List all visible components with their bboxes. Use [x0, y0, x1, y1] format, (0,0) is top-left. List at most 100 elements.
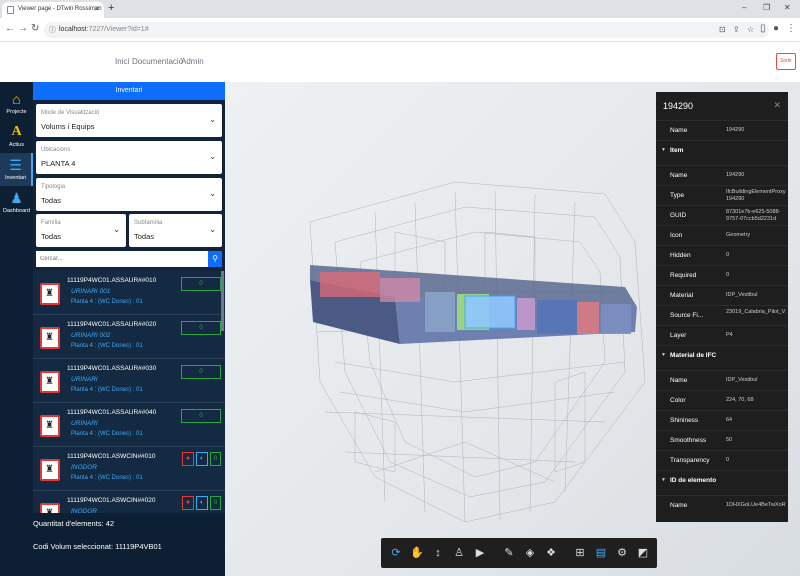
chevron-down-icon: ⌄ [209, 115, 216, 124]
list-item[interactable]: ♜ 11119P4WC01.ASSAUR##040 URINARI Planta 4 … [33, 403, 225, 447]
tab-close-icon[interactable]: ✕ [94, 5, 100, 13]
address-bar[interactable]: ⓘ localhost:7227/Viewer?id=1# ⊡ ⇪ ☆ [44, 22, 769, 38]
pan-tool[interactable]: ✋ [406, 538, 428, 568]
rail-item-inventari[interactable]: ☰ Inventari [0, 153, 33, 186]
close-icon[interactable]: ✕ [773, 100, 781, 111]
property-row: Source Fi... 23019_Calabria_Pilot_V3.ifc [656, 305, 788, 325]
count-badge[interactable]: 0 [181, 409, 221, 423]
location-select[interactable]: Ubicacions PLANTA 4 ⌄ [36, 141, 222, 174]
tab-title: Viewer page - DTwin Rossiman [18, 6, 102, 12]
kebab-menu-icon[interactable]: ⋮ [786, 24, 796, 34]
menu-inici[interactable]: Inici [115, 57, 129, 66]
property-row: Color 224, 70, 68 [656, 390, 788, 410]
orbit-tool[interactable]: ⟳ [385, 538, 407, 568]
profile-icon[interactable]: ● [773, 24, 779, 34]
count-badge[interactable]: 0 [181, 277, 221, 291]
count-badge[interactable]: 0 [181, 321, 221, 335]
list-item[interactable]: ♜ 11119P4WC01.ASWCIN##010 INODOR Planta 4 :… [33, 447, 225, 491]
alert-button[interactable]: ● [182, 452, 194, 466]
family-select[interactable]: Família Todas ⌄ [36, 214, 126, 247]
translate-icon[interactable]: ⊡ [719, 25, 726, 34]
count-badge[interactable]: 0 [210, 496, 221, 510]
list-item[interactable]: ♜11119P4WC01.ASWCIN##020INODOR●◐0 [33, 491, 225, 513]
property-key: Smoothness [670, 437, 707, 444]
element-count: Quantitat d'elements: 42 [33, 519, 115, 528]
new-tab-icon[interactable]: + [108, 3, 114, 14]
browser-nav-bar: ← → ↻ ⓘ localhost:7227/Viewer?id=1# ⊡ ⇪ … [0, 18, 800, 42]
rail-item-projecte[interactable]: ⌂ Projecte [0, 87, 33, 120]
property-row: Name 194290 [656, 165, 788, 185]
count-badge[interactable]: 0 [210, 452, 221, 466]
property-key: Hidden [670, 252, 691, 259]
item-location: Planta 4 : (WC Dones) : 01 [71, 299, 143, 305]
menu-admin[interactable]: Admin [181, 57, 204, 66]
share-icon[interactable]: ⇪ [733, 25, 740, 34]
list-scrollbar[interactable] [221, 271, 224, 331]
property-key: Type [670, 192, 685, 199]
property-value: IDP_Vestibul [726, 377, 758, 383]
properties-section[interactable]: ▼ Item [656, 140, 788, 160]
forward-icon[interactable]: → [18, 24, 28, 34]
item-name: URINARI [71, 420, 98, 427]
faucet-icon: ♜ [40, 459, 60, 481]
walk-tool[interactable]: ♙ [448, 538, 470, 568]
menu-documentacio[interactable]: Documentació [132, 57, 183, 66]
settings-tool[interactable]: ⚙ [611, 538, 633, 568]
url-text: localhost:7227/Viewer?id=1# [59, 26, 149, 33]
alert-button[interactable]: ● [182, 496, 194, 510]
info-icon[interactable]: ⓘ [49, 25, 56, 35]
section-tool[interactable]: ◈ [519, 538, 541, 568]
count-badge[interactable]: 0 [181, 365, 221, 379]
property-key: Icon [670, 232, 683, 239]
minimize-icon[interactable]: – [742, 3, 746, 12]
item-code: 11119P4WC01.ASSAUR##040 [67, 409, 157, 416]
properties-section[interactable]: ▼ Material de IFC [656, 345, 788, 365]
sidepanel-icon[interactable]: ▯ [760, 24, 766, 34]
bookmark-star-icon[interactable]: ☆ [747, 25, 754, 34]
property-key: Color [670, 397, 686, 404]
search-button[interactable]: ⚲ [208, 251, 222, 267]
window-close-icon[interactable]: ✕ [784, 3, 791, 12]
view-button[interactable]: ◐ [196, 496, 208, 510]
list-item[interactable]: ♜ 11119P4WC01.ASSAUR##020 URINARI 002 Plant… [33, 315, 225, 359]
floor-4-slab[interactable] [310, 265, 637, 344]
rail-item-actius[interactable]: A Actius [0, 120, 33, 153]
reload-icon[interactable]: ↻ [31, 24, 39, 34]
property-key: Name [670, 127, 688, 134]
list-item[interactable]: ♜ 11119P4WC01.ASSAUR##010 URINARI 001 Plant… [33, 271, 225, 315]
properties-icon: ▤ [595, 547, 607, 559]
subfamily-select[interactable]: Subfamília Todas ⌄ [129, 214, 222, 247]
zoom-tool[interactable]: ↕ [427, 538, 449, 568]
hand-icon: ✋ [410, 547, 424, 559]
properties-section[interactable]: ▼ ID de elemento [656, 470, 788, 490]
property-key: Source Fi... [670, 312, 704, 319]
mode-select[interactable]: Mode de Visualització Volums i Equips ⌄ [36, 104, 222, 137]
rail-label: Projecte [6, 109, 27, 115]
explode-tool[interactable]: ❖ [540, 538, 562, 568]
model-tree-tool[interactable]: ⊞ [569, 538, 591, 568]
search-input[interactable] [36, 251, 208, 267]
maximize-icon[interactable]: ❐ [763, 3, 770, 12]
property-row: Name 1DHXGoLUe4BeTwXoRhawG6 [656, 495, 788, 515]
app-root: Viewer page - DTwin Rossiman ✕ + – ❐ ✕ ←… [0, 0, 800, 576]
view-button[interactable]: ◐ [196, 452, 208, 466]
back-icon[interactable]: ← [5, 24, 15, 34]
property-value: 64 [726, 417, 733, 423]
camera-icon: ▶ [475, 547, 485, 559]
browser-tab[interactable]: Viewer page - DTwin Rossiman ✕ [2, 2, 104, 18]
typology-select[interactable]: Tipologia Todas ⌄ [36, 178, 222, 211]
logout-button[interactable]: Sortir [776, 53, 796, 70]
rail-item-dashboard[interactable]: ♟ Dashboard [0, 186, 33, 219]
property-value: P4 [726, 332, 733, 338]
camera-tool[interactable]: ▶ [469, 538, 491, 568]
section-title: Material de IFC [670, 352, 717, 359]
chevron-down-icon: ⌄ [209, 152, 216, 161]
properties-tool[interactable]: ▤ [590, 538, 612, 568]
cube-icon: ❖ [546, 547, 556, 559]
fullscreen-tool[interactable]: ◩ [632, 538, 654, 568]
measure-tool[interactable]: ✎ [498, 538, 520, 568]
list-item[interactable]: ♜ 11119P4WC01.ASSAUR##030 URINARI Planta 4 … [33, 359, 225, 403]
gear-icon: ⚙ [617, 547, 627, 559]
property-value: 87301e7b-e625-5088-9757-07ccb5d2231d [726, 209, 781, 222]
property-row: Name 194290 [656, 120, 788, 140]
